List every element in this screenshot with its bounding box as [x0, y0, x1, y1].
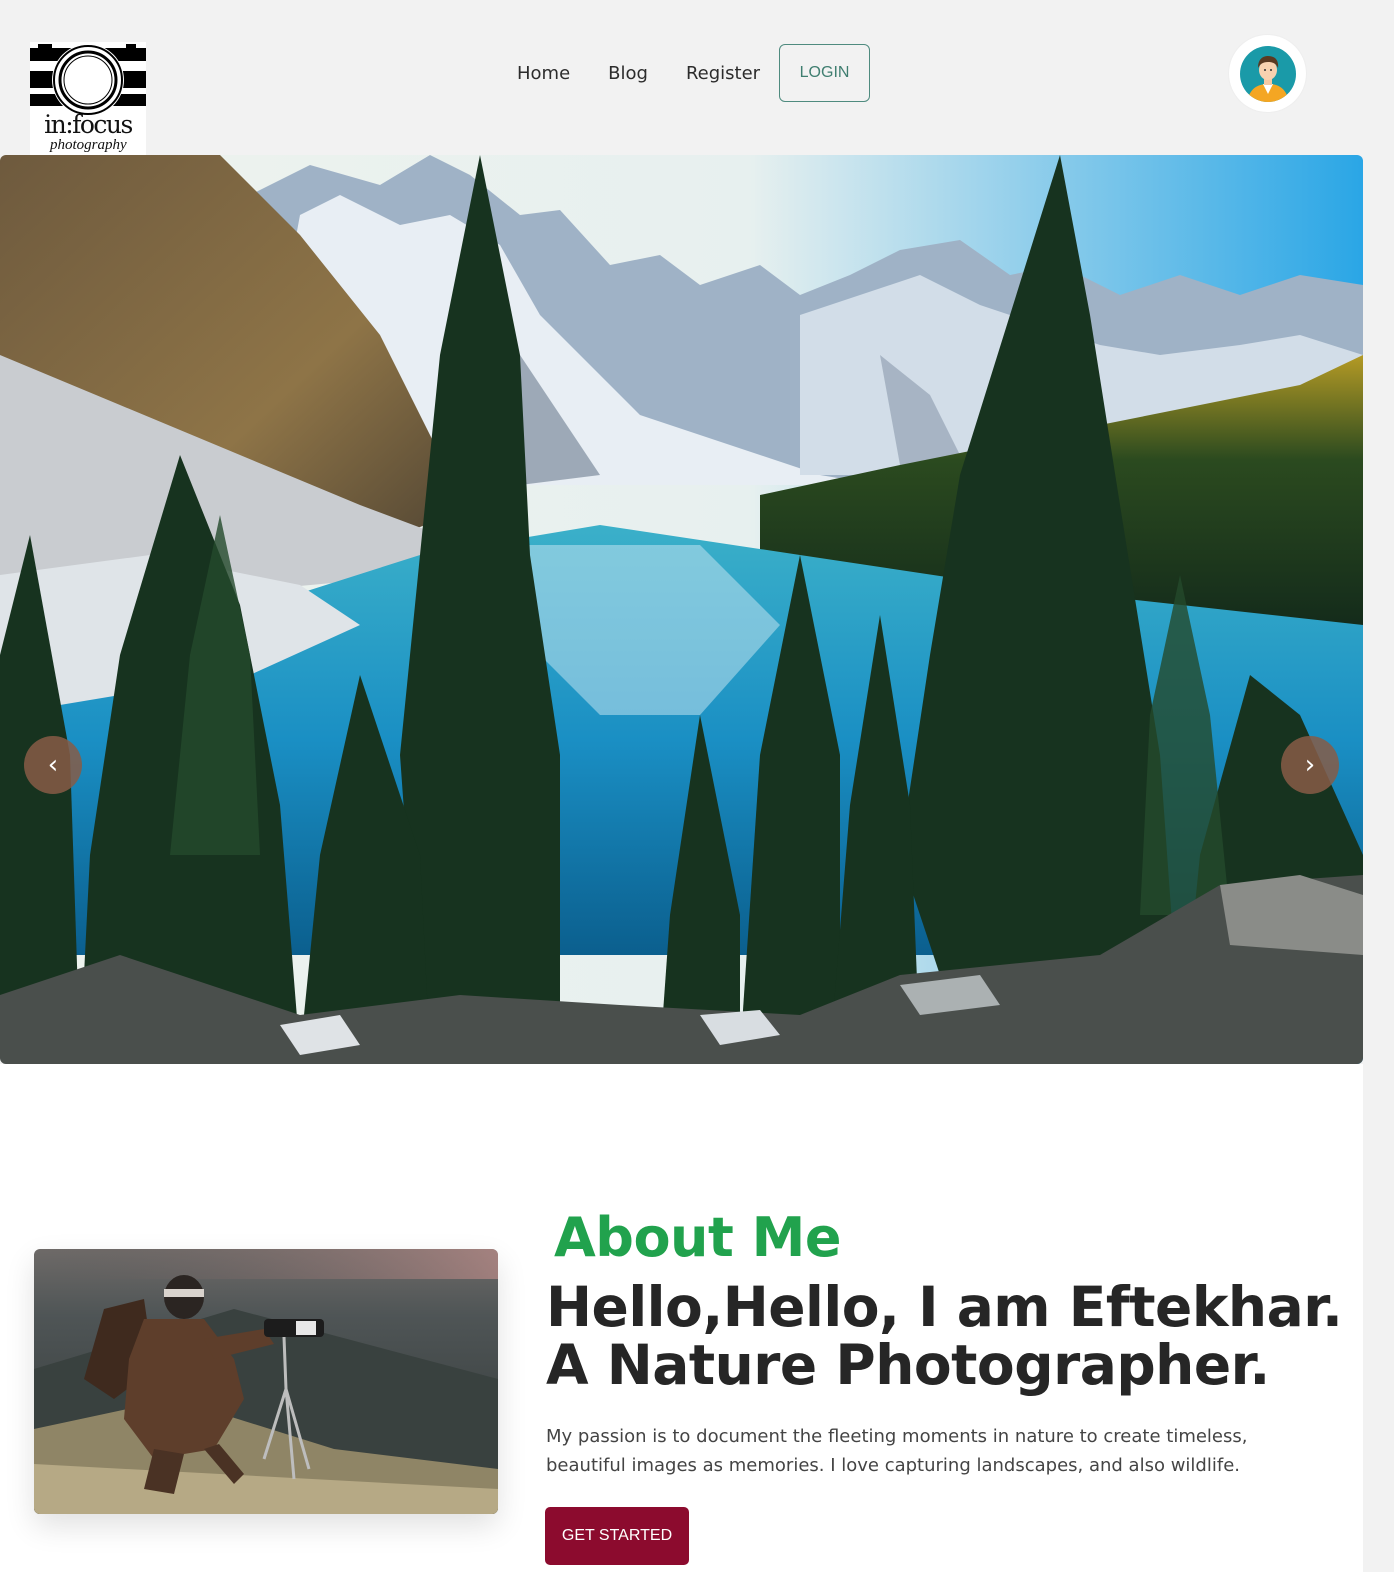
chevron-right-icon: ›	[1304, 750, 1316, 780]
get-started-button[interactable]: GET STARTED	[545, 1507, 689, 1565]
user-avatar-icon	[1239, 45, 1296, 102]
login-button[interactable]: LOGIN	[779, 44, 871, 102]
main-nav: Home Blog Register LOGIN	[498, 44, 871, 102]
about-photo	[34, 1249, 498, 1514]
user-avatar[interactable]	[1229, 35, 1306, 112]
about-description: My passion is to document the fleeting m…	[546, 1426, 1248, 1476]
nav-link-home[interactable]: Home	[498, 63, 589, 84]
nav-link-blog[interactable]: Blog	[589, 63, 667, 84]
brand-logo[interactable]: in:focus photography	[30, 42, 146, 155]
logo-tagline: photography	[50, 137, 127, 153]
carousel-prev-button[interactable]: ‹	[24, 736, 82, 794]
carousel-next-button[interactable]: ›	[1281, 736, 1339, 794]
logo-brand-name: in:focus	[44, 110, 133, 139]
about-label: About Me	[554, 1206, 841, 1269]
chevron-left-icon: ‹	[47, 750, 59, 780]
landing-page: in:focus photography Home Blog Register …	[0, 0, 1394, 1572]
photographer-image	[34, 1249, 498, 1514]
nav-link-register[interactable]: Register	[667, 63, 779, 84]
site-header: in:focus photography Home Blog Register …	[0, 0, 1394, 155]
hero-carousel: ‹ ›	[0, 155, 1363, 1064]
hero-landscape-image	[0, 155, 1363, 1064]
about-heading: Hello,Hello, I am Eftekhar. A Nature Pho…	[546, 1275, 1343, 1397]
